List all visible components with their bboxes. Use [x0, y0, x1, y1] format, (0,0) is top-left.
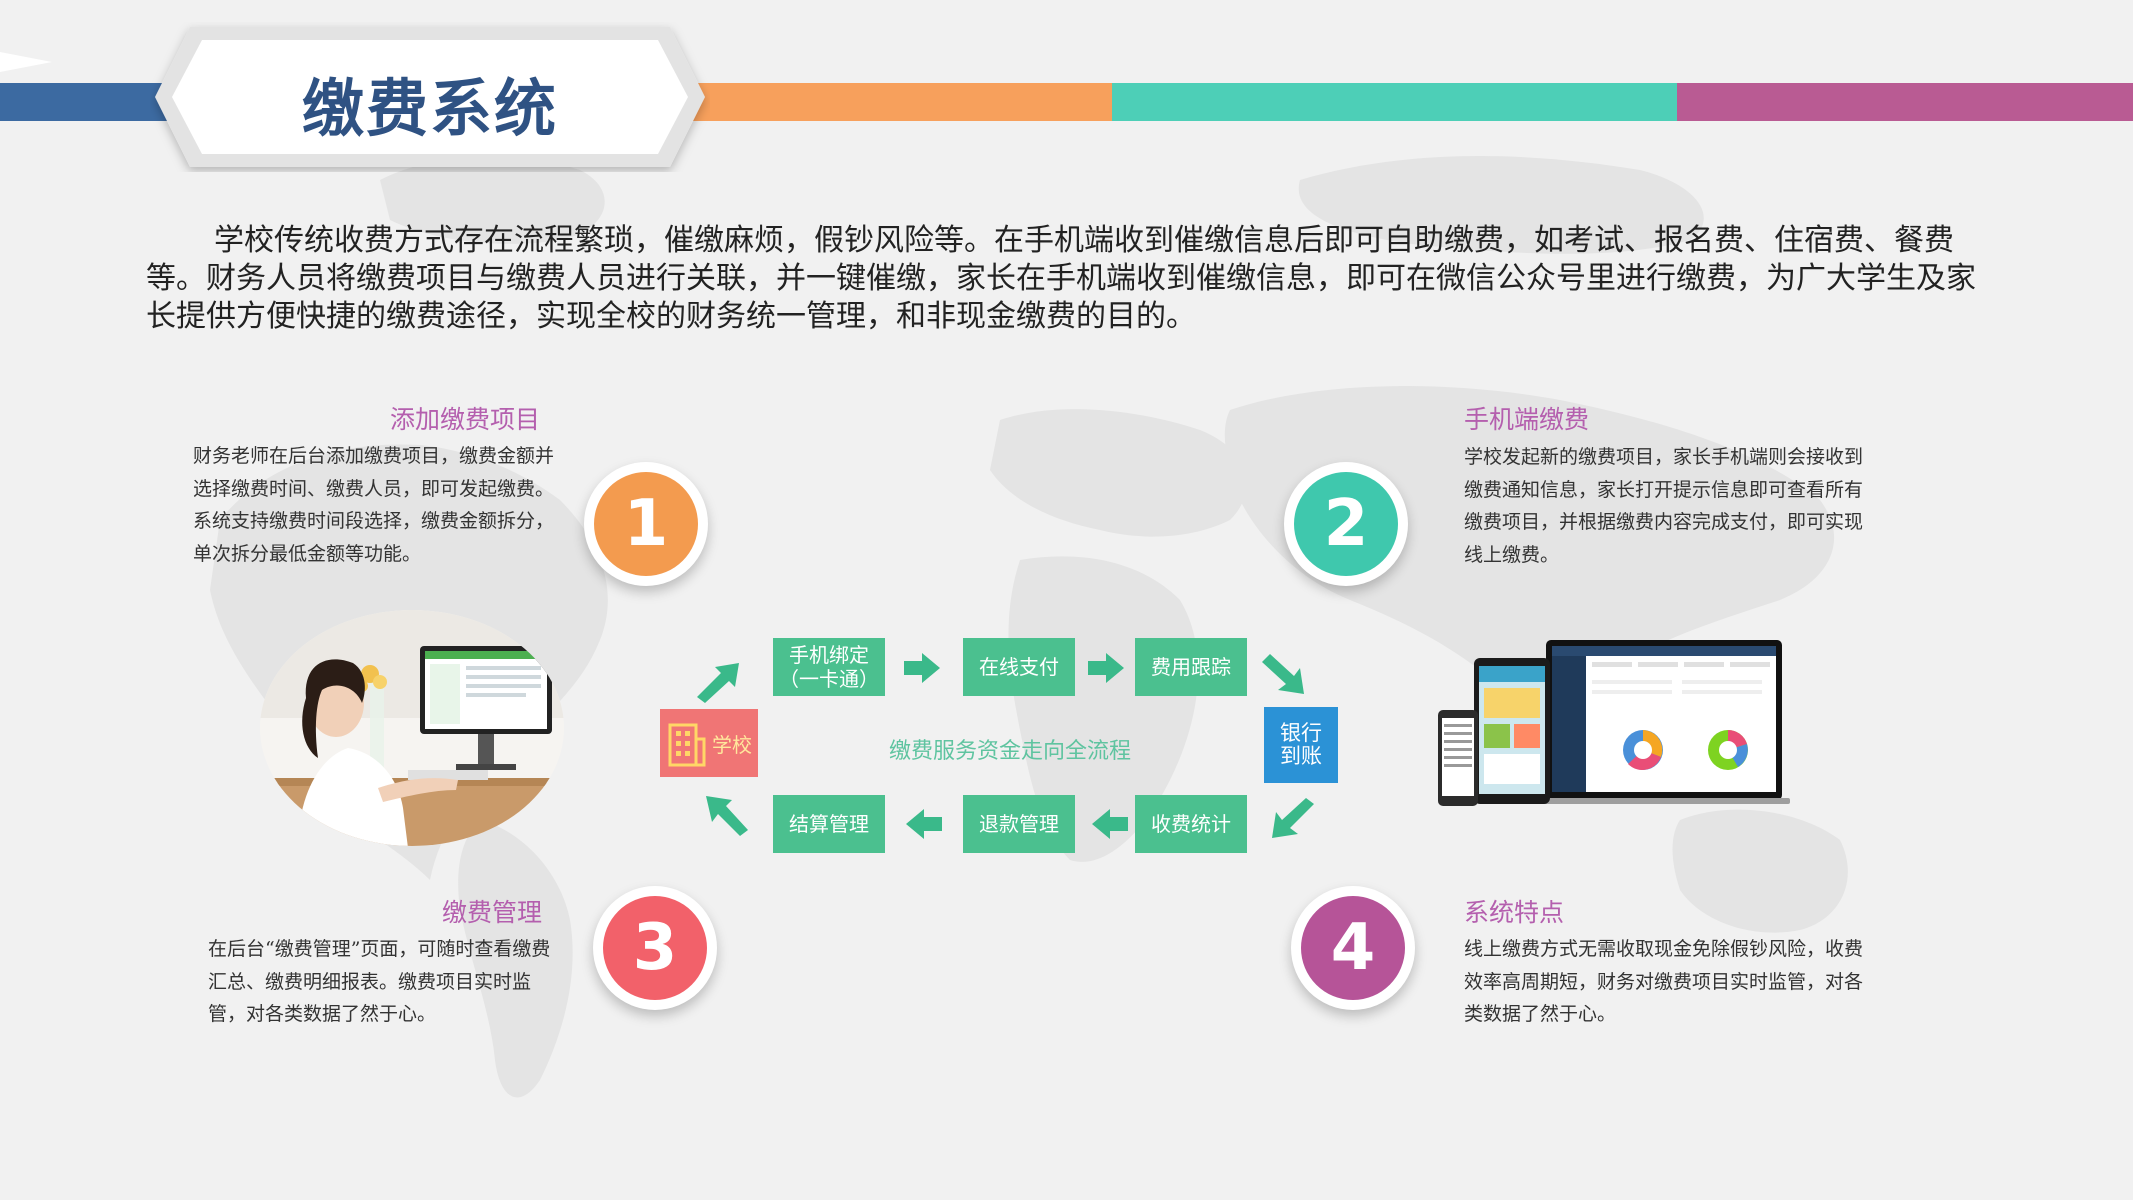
arrow-refund-to-settle-icon: [906, 809, 942, 839]
section-body-add-item: 财务老师在后台添加缴费项目，缴费金额并选择缴费时间、缴费人员，即可发起缴费。系统…: [193, 445, 555, 565]
school-building-icon: [668, 723, 706, 767]
number-badge-2: 2: [1284, 462, 1408, 586]
arrow-stats-to-refund-icon: [1092, 809, 1128, 839]
flow-step-settlement: 结算管理: [773, 795, 885, 853]
flow-step-fee-tracking-label: 费用跟踪: [1151, 655, 1231, 679]
arrow-bind-to-pay-icon: [904, 653, 940, 683]
flow-step-fee-tracking: 费用跟踪: [1135, 638, 1247, 696]
intro-paragraph: 学校传统收费方式存在流程繁琐，催缴麻烦，假钞风险等。在手机端收到催缴信息后即可自…: [146, 223, 1976, 334]
number-badge-3: 3: [593, 886, 717, 1010]
section-title-add-item: 添加缴费项目: [390, 405, 541, 434]
flow-step-refund: 退款管理: [963, 795, 1075, 853]
flow-step-bind-phone: 手机绑定 （一卡通）: [773, 638, 885, 696]
section-title-mobile-pay: 手机端缴费: [1464, 405, 1590, 434]
flow-node-bank-label: 银行到账: [1280, 721, 1322, 768]
flow-node-school-label: 学校: [712, 732, 752, 757]
flow-node-bank: 银行到账: [1264, 707, 1338, 783]
section-title-payment-management: 缴费管理: [442, 898, 543, 927]
page-title: 缴费系统: [301, 72, 558, 145]
flow-step-settlement-label: 结算管理: [789, 812, 869, 836]
office-worker-illustration: [260, 610, 564, 846]
flow-step-fee-statistics-label: 收费统计: [1151, 812, 1231, 836]
number-badge-1: 1: [584, 462, 708, 586]
header-band-purple: [1677, 83, 2133, 121]
header-band-blue: [0, 83, 175, 121]
header-band-teal: [1112, 83, 1677, 121]
flow-step-online-payment-label: 在线支付: [979, 655, 1059, 679]
flow-step-bind-phone-label: 手机绑定 （一卡通）: [779, 643, 879, 691]
section-body-mobile-pay: 学校发起新的缴费项目，家长手机端则会接收到缴费通知信息，家长打开提示信息即可查看…: [1464, 446, 1864, 566]
flow-step-online-payment: 在线支付: [963, 638, 1075, 696]
flow-step-fee-statistics: 收费统计: [1135, 795, 1247, 853]
devices-illustration: [1438, 640, 1790, 806]
flow-step-refund-label: 退款管理: [979, 812, 1059, 836]
flow-center-label: 缴费服务资金走向全流程: [888, 739, 1131, 764]
corner-flag-decoration: [0, 52, 52, 72]
section-body-system-features: 线上缴费方式无需收取现金免除假钞风险，收费效率高周期短，财务对缴费项目实时监管，…: [1464, 938, 1864, 1025]
header-band-orange: [680, 83, 1112, 121]
arrow-settle-to-school-icon: [706, 796, 748, 836]
section-body-payment-management: 在后台“缴费管理”页面，可随时查看缴费汇总、缴费明细报表。缴费项目实时监管，对各…: [208, 938, 551, 1025]
arrow-track-to-bank-icon: [1262, 654, 1304, 694]
arrow-bank-to-stats-icon: [1272, 798, 1314, 838]
section-title-system-features: 系统特点: [1464, 898, 1565, 927]
arrow-school-to-bind-icon: [697, 663, 739, 703]
arrow-pay-to-track-icon: [1088, 653, 1124, 683]
number-badge-4: 4: [1291, 886, 1415, 1010]
flow-node-school: 学校: [660, 709, 758, 777]
